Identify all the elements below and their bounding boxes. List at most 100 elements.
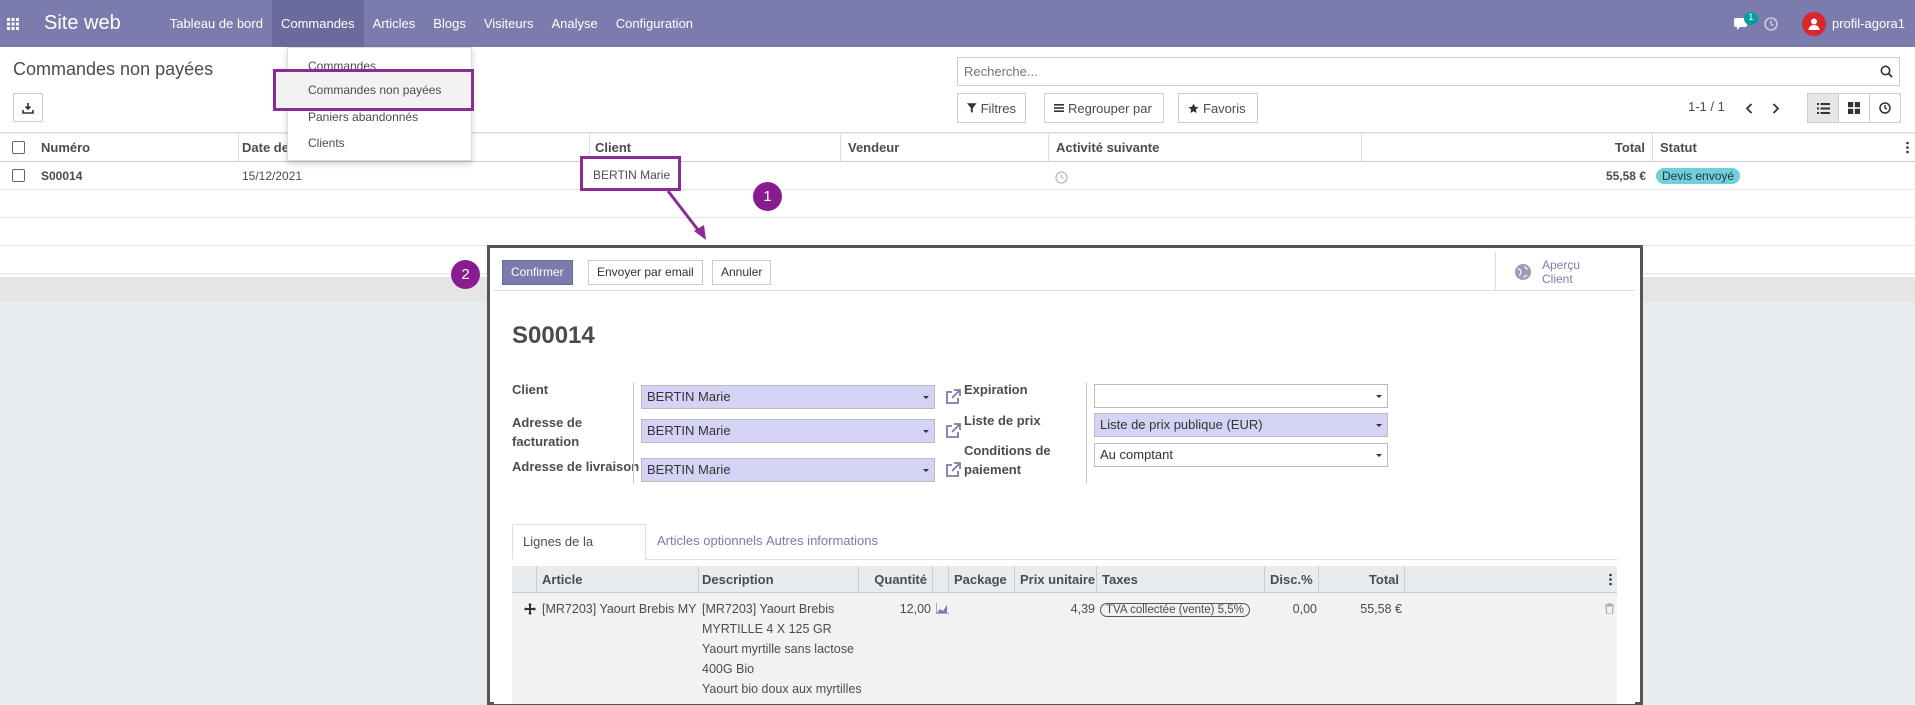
row-checkbox[interactable] — [12, 169, 25, 182]
col-package[interactable]: Package — [949, 566, 1015, 593]
tab-other-info[interactable]: Autres informations — [756, 524, 888, 560]
filters-button[interactable]: Filtres — [957, 93, 1026, 123]
col-activite[interactable]: Activité suivante — [1049, 134, 1362, 162]
filter-icon — [967, 103, 977, 113]
navbar-right: 1 profil-agora1 — [1726, 0, 1915, 47]
line-article: [MR7203] Yaourt Brebis MYR... — [542, 602, 697, 616]
customer-preview-button[interactable]: Aperçu Client — [1495, 252, 1635, 291]
external-link-icon[interactable] — [944, 422, 962, 440]
search-icon[interactable] — [1873, 65, 1899, 78]
col-unit-price[interactable]: Prix unitaire — [1015, 566, 1097, 593]
list-view-button[interactable] — [1807, 93, 1839, 123]
dropdown-item-clients[interactable]: Clients — [308, 136, 345, 150]
trash-icon[interactable] — [1605, 603, 1614, 614]
pager-value[interactable]: 1-1 / 1 — [1688, 99, 1725, 114]
page-title: Commandes non payées — [13, 59, 214, 79]
list-icon — [1816, 102, 1830, 114]
download-icon — [22, 102, 34, 114]
row-activity-clock-icon[interactable] — [1055, 163, 1068, 191]
clock-icon — [1879, 102, 1891, 114]
col-forecast — [933, 566, 949, 593]
menu-configuration[interactable]: Configuration — [607, 0, 702, 47]
menu-analyse[interactable]: Analyse — [542, 0, 606, 47]
favorites-button[interactable]: Favoris — [1178, 93, 1258, 123]
line-description: [MR7203] Yaourt Brebis MYRTILLE 4 X 125 … — [702, 602, 862, 696]
order-form-popup: Confirmer Envoyer par email Annuler Aper… — [487, 245, 1643, 705]
line-total: 55,58 € — [1360, 602, 1402, 616]
menu-blogs[interactable]: Blogs — [424, 0, 475, 47]
highlighted-menu-item[interactable]: Commandes non payées — [273, 69, 474, 111]
menu-articles[interactable]: Articles — [364, 0, 425, 47]
column-options-icon[interactable] — [1906, 141, 1909, 154]
expiration-label: Expiration — [964, 382, 1028, 397]
lines-options-icon[interactable] — [1609, 573, 1612, 589]
col-taxes[interactable]: Taxes — [1097, 566, 1265, 593]
line-taxes: TVA collectée (vente) 5,5% — [1100, 599, 1250, 620]
send-email-button[interactable]: Envoyer par email — [588, 260, 703, 285]
table-row[interactable]: S00014 15/12/2021 55,58 € Devis envoyé — [0, 162, 1915, 190]
col-handle — [512, 566, 537, 593]
tax-tag: TVA collectée (vente) 5,5% — [1100, 603, 1250, 617]
step-badge-2: 2 — [451, 260, 480, 289]
app-brand[interactable]: Site web — [44, 12, 121, 35]
delivery-address-label: Adresse de livraison — [512, 459, 640, 474]
cell-number: S00014 — [41, 169, 83, 183]
area-chart-icon[interactable] — [936, 603, 949, 614]
menu-visiteurs[interactable]: Visiteurs — [475, 0, 543, 47]
select-all-checkbox[interactable] — [12, 141, 25, 154]
user-menu[interactable]: profil-agora1 — [1802, 11, 1905, 36]
billing-address-select[interactable]: BERTIN Marie — [641, 419, 935, 443]
pricelist-label: Liste de prix — [964, 413, 1041, 428]
cancel-button[interactable]: Annuler — [712, 260, 772, 285]
search-input[interactable] — [958, 58, 1873, 85]
pager-previous-icon[interactable] — [1739, 98, 1759, 118]
activity-clock-icon[interactable] — [1756, 0, 1786, 47]
tab-order-lines[interactable]: Lignes de la commande — [512, 524, 646, 583]
apps-grid-icon[interactable] — [0, 0, 26, 47]
group-by-button[interactable]: Regrouper par — [1044, 93, 1164, 123]
pager-next-icon[interactable] — [1766, 98, 1786, 118]
search-box — [957, 57, 1900, 86]
payment-terms-label: Conditions de paiement — [964, 443, 1051, 477]
tab-optional-products[interactable]: Articles optionnels — [647, 524, 773, 560]
pricelist-select[interactable]: Liste de prix publique (EUR) — [1094, 413, 1388, 437]
confirm-button[interactable]: Confirmer — [502, 260, 573, 285]
empty-row — [0, 190, 1915, 218]
order-lines-header: Article Description Quantité Package Pri… — [512, 566, 1617, 593]
external-link-icon[interactable] — [944, 388, 962, 406]
dropdown-item-paniers-abandonnes[interactable]: Paniers abandonnés — [308, 110, 418, 124]
col-total[interactable]: Total — [1362, 134, 1653, 162]
field-separator — [633, 382, 634, 484]
field-separator — [1086, 382, 1087, 484]
form-sheet: Confirmer Envoyer par email Annuler Aper… — [494, 252, 1635, 704]
external-link-icon[interactable] — [944, 461, 962, 479]
payment-terms-select[interactable]: Au comptant — [1094, 443, 1388, 467]
col-quantity[interactable]: Quantité — [859, 566, 933, 593]
col-numero[interactable]: Numéro — [34, 134, 239, 162]
user-name: profil-agora1 — [1832, 16, 1905, 31]
menu-tableau-de-bord[interactable]: Tableau de bord — [161, 0, 272, 47]
col-line-total[interactable]: Total — [1319, 566, 1405, 593]
main-menu: Tableau de bord Commandes Articles Blogs… — [161, 0, 702, 47]
status-badge: Devis envoyé — [1656, 168, 1741, 184]
col-discount[interactable]: Disc.% — [1265, 566, 1319, 593]
order-line-row[interactable]: [MR7203] Yaourt Brebis MYR... [MR7203] Y… — [512, 593, 1617, 704]
delivery-address-select[interactable]: BERTIN Marie — [641, 458, 935, 482]
drag-handle-icon[interactable] — [524, 603, 536, 615]
col-article[interactable]: Article — [537, 566, 699, 593]
col-description[interactable]: Description — [697, 566, 859, 593]
download-button[interactable] — [13, 93, 43, 122]
activity-view-button[interactable] — [1869, 93, 1901, 123]
expiration-input[interactable] — [1094, 384, 1388, 408]
col-statut[interactable]: Statut — [1653, 134, 1903, 162]
kanban-view-button[interactable] — [1838, 93, 1870, 123]
dropdown-item-commandes-non-payees[interactable]: Commandes non payées — [308, 83, 441, 97]
preview-line-1: Aperçu — [1542, 257, 1581, 272]
menu-commandes[interactable]: Commandes — [271, 0, 364, 47]
form-statusbar: Confirmer Envoyer par email Annuler Aper… — [494, 252, 1635, 291]
client-select[interactable]: BERTIN Marie — [641, 385, 935, 409]
line-quantity: 12,00 — [899, 602, 931, 616]
chat-icon[interactable]: 1 — [1726, 0, 1758, 47]
line-unit-price: 4,39 — [1070, 602, 1095, 616]
col-vendeur[interactable]: Vendeur — [841, 134, 1049, 162]
